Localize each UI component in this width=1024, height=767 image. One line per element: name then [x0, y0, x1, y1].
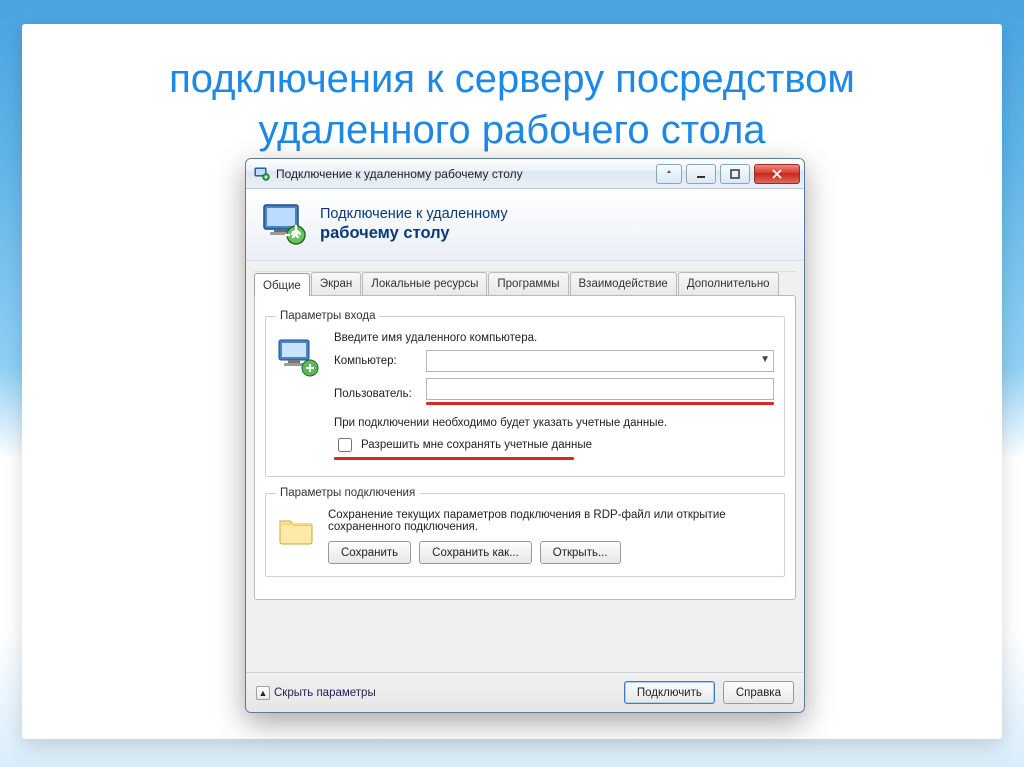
- save-as-button[interactable]: Сохранить как...: [419, 541, 532, 564]
- computer-icon: [276, 336, 320, 380]
- rdp-window: Подключение к удаленному рабочему столу: [245, 158, 805, 713]
- help-button[interactable]: Справка: [723, 681, 794, 704]
- tab-advanced[interactable]: Дополнительно: [678, 272, 779, 295]
- close-button[interactable]: [754, 164, 800, 184]
- chevron-up-icon: ▲: [256, 686, 270, 700]
- chevron-down-icon[interactable]: ▼: [760, 354, 770, 365]
- dialog-footer: ▲ Скрыть параметры Подключить Справка: [246, 672, 804, 712]
- tab-general[interactable]: Общие: [254, 273, 310, 296]
- window-title: Подключение к удаленному рабочему столу: [276, 167, 656, 181]
- user-label: Пользователь:: [334, 388, 420, 400]
- banner-text: Подключение к удаленному рабочему столу: [320, 205, 508, 244]
- hide-parameters-label: Скрыть параметры: [274, 687, 376, 699]
- titlebar[interactable]: Подключение к удаленному рабочему столу: [246, 159, 804, 189]
- login-intro: Введите имя удаленного компьютера.: [334, 332, 774, 344]
- hide-parameters-toggle[interactable]: ▲ Скрыть параметры: [256, 686, 376, 700]
- rdp-app-icon: [254, 166, 270, 182]
- conn-group-legend: Параметры подключения: [276, 487, 419, 499]
- conn-desc: Сохранение текущих параметров подключени…: [328, 509, 774, 533]
- computer-combobox[interactable]: [426, 350, 774, 372]
- remote-desktop-icon: [260, 201, 308, 249]
- open-button[interactable]: Открыть...: [540, 541, 621, 564]
- folder-icon: [276, 509, 316, 549]
- maximize-button[interactable]: [720, 164, 750, 184]
- login-parameters-group: Параметры входа Введите имя уд: [265, 310, 785, 477]
- tab-programs[interactable]: Программы: [488, 272, 568, 295]
- tab-display[interactable]: Экран: [311, 272, 361, 295]
- pin-button[interactable]: [656, 164, 682, 184]
- tab-local-resources[interactable]: Локальные ресурсы: [362, 272, 487, 295]
- banner-line1: Подключение к удаленному: [320, 205, 508, 223]
- remember-credentials-checkbox[interactable]: [338, 438, 352, 452]
- annotation-underline-user: [426, 402, 774, 405]
- login-group-legend: Параметры входа: [276, 310, 379, 322]
- tab-experience[interactable]: Взаимодействие: [570, 272, 677, 295]
- tabstrip: Общие Экран Локальные ресурсы Программы …: [254, 272, 796, 295]
- computer-label: Компьютер:: [334, 355, 420, 367]
- banner: Подключение к удаленному рабочему столу: [246, 189, 804, 261]
- annotation-underline-remember: [334, 457, 574, 460]
- tab-body: Параметры входа Введите имя уд: [254, 295, 796, 600]
- slide-title: подключения к серверу посредством удален…: [82, 54, 942, 156]
- remember-credentials-label: Разрешить мне сохранять учетные данные: [361, 439, 592, 451]
- credentials-note: При подключении необходимо будет указать…: [334, 417, 774, 429]
- banner-line2: рабочему столу: [320, 223, 508, 244]
- connection-parameters-group: Параметры подключения Сохранение текущих…: [265, 487, 785, 577]
- minimize-button[interactable]: [686, 164, 716, 184]
- user-field[interactable]: [426, 378, 774, 400]
- save-button[interactable]: Сохранить: [328, 541, 411, 564]
- connect-button[interactable]: Подключить: [624, 681, 715, 704]
